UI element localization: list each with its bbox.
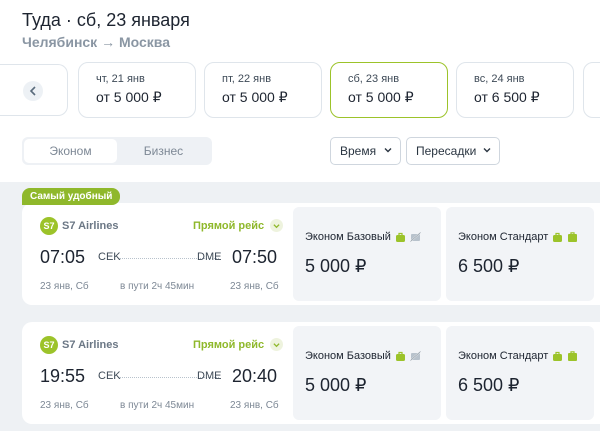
chevron-down-icon bbox=[384, 148, 392, 153]
carry-on-bag-icon bbox=[395, 351, 405, 361]
arrival-code: DME bbox=[197, 370, 222, 382]
fare-name: Эконом Базовый bbox=[305, 231, 391, 243]
fare-name: Эконом Стандарт bbox=[458, 350, 549, 362]
baggage-icon bbox=[568, 351, 578, 361]
fare-name-row: Эконом Стандарт bbox=[458, 350, 578, 362]
fare-price: 6 500 ₽ bbox=[458, 256, 520, 276]
fare-price: 5 000 ₽ bbox=[305, 256, 367, 276]
date-card-next[interactable] bbox=[583, 62, 600, 118]
flight-duration: в пути 2ч 45мин bbox=[120, 400, 195, 411]
arrival-date: 23 янв, Сб bbox=[230, 281, 279, 292]
airline-name: S7 Airlines bbox=[62, 220, 119, 232]
transfers-filter[interactable]: Пересадки bbox=[406, 137, 500, 165]
date-price: от 5 000 ₽ bbox=[96, 89, 162, 105]
date-label: вс, 24 янв bbox=[474, 73, 525, 85]
flight-duration: в пути 2ч 45мин bbox=[120, 281, 195, 292]
time-filter-label: Время bbox=[340, 144, 377, 158]
page-title: Туда · сб, 23 января bbox=[22, 10, 190, 30]
airline-info: S7 S7 Airlines bbox=[40, 336, 118, 354]
class-toggle: Эконом Бизнес bbox=[22, 137, 212, 165]
fare-price: 6 500 ₽ bbox=[458, 375, 520, 395]
carry-on-bag-icon bbox=[553, 232, 563, 242]
departure-time: 19:55 bbox=[40, 366, 86, 386]
direct-label: Прямой рейс bbox=[193, 338, 265, 351]
fare-price: 5 000 ₽ bbox=[305, 375, 367, 395]
departure-date: 23 янв, Сб bbox=[40, 281, 89, 292]
fare-name-row: Эконом Базовый bbox=[305, 350, 421, 362]
arrival-code: DME bbox=[197, 251, 222, 263]
flight-card[interactable]: S7 S7 Airlines Прямой рейс 19:55 CEK DME… bbox=[22, 322, 600, 424]
time-filter[interactable]: Время bbox=[330, 137, 401, 165]
departure-code: CEK bbox=[98, 370, 121, 382]
chevron-left-icon[interactable] bbox=[23, 81, 43, 101]
date-card-sun[interactable]: вс, 24 янв от 6 500 ₽ bbox=[456, 62, 574, 118]
transfers-filter-label: Пересадки bbox=[416, 144, 477, 158]
arrival-time: 07:50 bbox=[232, 247, 278, 267]
carry-on-bag-icon bbox=[395, 232, 405, 242]
departure-time: 07:05 bbox=[40, 247, 86, 267]
fare-basic[interactable]: Эконом Базовый 5 000 ₽ bbox=[293, 207, 441, 301]
economy-tab[interactable]: Эконом bbox=[24, 139, 117, 163]
best-badge: Самый удобный bbox=[22, 188, 121, 205]
airline-name: S7 Airlines bbox=[62, 339, 119, 351]
chevron-down-icon bbox=[270, 338, 284, 351]
fare-basic[interactable]: Эконом Базовый 5 000 ₽ bbox=[293, 326, 441, 420]
date-label: сб, 23 янв bbox=[348, 73, 400, 85]
fare-name-row: Эконом Базовый bbox=[305, 231, 421, 243]
airline-logo: S7 bbox=[40, 217, 58, 235]
direct-flight-toggle[interactable]: Прямой рейс bbox=[193, 338, 284, 351]
chevron-down-icon bbox=[270, 219, 284, 232]
direct-label: Прямой рейс bbox=[193, 219, 265, 232]
date-card-fri[interactable]: пт, 22 янв от 5 000 ₽ bbox=[204, 62, 322, 118]
route-subtitle: Челябинск → Москва bbox=[22, 34, 170, 50]
date-label: пт, 22 янв bbox=[222, 73, 272, 85]
airline-logo: S7 bbox=[40, 336, 58, 354]
arrival-date: 23 янв, Сб bbox=[230, 400, 279, 411]
baggage-icon bbox=[568, 232, 578, 242]
chevron-down-icon bbox=[483, 148, 491, 153]
arrival-time: 20:40 bbox=[232, 366, 278, 386]
date-price: от 5 000 ₽ bbox=[222, 89, 288, 105]
fare-standard[interactable]: Эконом Стандарт 6 500 ₽ bbox=[446, 326, 594, 420]
direct-flight-toggle[interactable]: Прямой рейс bbox=[193, 219, 284, 232]
date-price: от 6 500 ₽ bbox=[474, 89, 540, 105]
departure-date: 23 янв, Сб bbox=[40, 400, 89, 411]
no-baggage-icon bbox=[409, 232, 421, 242]
date-label: чт, 21 янв bbox=[96, 73, 145, 85]
no-baggage-icon bbox=[409, 351, 421, 361]
fare-name: Эконом Стандарт bbox=[458, 231, 549, 243]
fare-standard[interactable]: Эконом Стандарт 6 500 ₽ bbox=[446, 207, 594, 301]
flight-card[interactable]: S7 S7 Airlines Прямой рейс 07:05 CEK DME… bbox=[22, 203, 600, 305]
date-card-sat[interactable]: сб, 23 янв от 5 000 ₽ bbox=[330, 62, 448, 118]
fare-name-row: Эконом Стандарт bbox=[458, 231, 578, 243]
date-card-thu[interactable]: чт, 21 янв от 5 000 ₽ bbox=[78, 62, 196, 118]
business-tab[interactable]: Бизнес bbox=[117, 139, 210, 163]
departure-code: CEK bbox=[98, 251, 121, 263]
date-carousel: чт, 21 янв от 5 000 ₽ пт, 22 янв от 5 00… bbox=[0, 62, 600, 118]
fare-name: Эконом Базовый bbox=[305, 350, 391, 362]
date-price: от 5 000 ₽ bbox=[348, 89, 414, 105]
airline-info: S7 S7 Airlines bbox=[40, 217, 118, 235]
carry-on-bag-icon bbox=[553, 351, 563, 361]
